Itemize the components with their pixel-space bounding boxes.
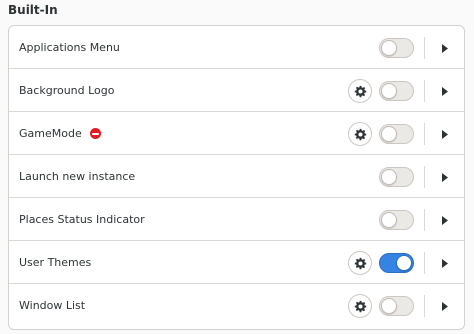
gear-icon xyxy=(354,300,366,312)
enable-toggle[interactable] xyxy=(379,167,414,187)
row-separator xyxy=(424,80,425,102)
enable-toggle[interactable] xyxy=(379,210,414,230)
extension-name: GameMode xyxy=(19,127,82,140)
gear-icon xyxy=(354,85,366,97)
settings-button[interactable] xyxy=(348,251,372,275)
chevron-right-icon xyxy=(442,172,448,182)
extension-name: Window List xyxy=(19,299,86,312)
toggle-knob xyxy=(396,255,412,271)
toggle-knob xyxy=(381,212,397,228)
chevron-right-icon xyxy=(442,301,448,311)
extension-label-wrap: User Themes xyxy=(19,241,91,284)
gear-icon xyxy=(354,257,366,269)
enable-toggle[interactable] xyxy=(379,296,414,316)
extension-label-wrap: Applications Menu xyxy=(19,26,120,69)
row-separator xyxy=(424,252,425,274)
toggle-knob xyxy=(381,298,397,314)
enable-toggle[interactable] xyxy=(379,38,414,58)
extension-label-wrap: Launch new instance xyxy=(19,155,135,198)
extension-row-places-status-indicator: Places Status Indicator xyxy=(9,198,464,241)
settings-button[interactable] xyxy=(348,79,372,103)
expand-button[interactable] xyxy=(433,165,457,189)
enable-toggle[interactable] xyxy=(379,124,414,144)
chevron-right-icon xyxy=(442,86,448,96)
expand-button[interactable] xyxy=(433,79,457,103)
extension-name: Launch new instance xyxy=(19,170,136,183)
row-separator xyxy=(424,123,425,145)
enable-toggle[interactable] xyxy=(379,81,414,101)
chevron-right-icon xyxy=(442,258,448,268)
extension-name: Places Status Indicator xyxy=(19,213,145,226)
chevron-right-icon xyxy=(442,215,448,225)
row-separator xyxy=(424,166,425,188)
expand-button[interactable] xyxy=(433,294,457,318)
toggle-knob xyxy=(381,169,397,185)
extension-row-applications-menu: Applications Menu xyxy=(9,26,464,69)
chevron-right-icon xyxy=(442,43,448,53)
row-separator xyxy=(424,209,425,231)
extension-name: Background Logo xyxy=(19,84,115,97)
enable-toggle[interactable] xyxy=(379,253,414,273)
extension-row-launch-new-instance: Launch new instance xyxy=(9,155,464,198)
toggle-knob xyxy=(381,83,397,99)
expand-button[interactable] xyxy=(433,251,457,275)
toggle-knob xyxy=(381,126,397,142)
extension-name: User Themes xyxy=(19,256,92,269)
row-separator xyxy=(424,37,425,59)
chevron-right-icon xyxy=(442,129,448,139)
gear-icon xyxy=(354,128,366,140)
extension-label-wrap: Places Status Indicator xyxy=(19,198,145,241)
settings-button[interactable] xyxy=(348,294,372,318)
error-icon xyxy=(89,128,101,139)
expand-button[interactable] xyxy=(433,122,457,146)
extension-label-wrap: GameMode xyxy=(19,112,101,155)
extension-label-wrap: Background Logo xyxy=(19,69,115,112)
expand-button[interactable] xyxy=(433,208,457,232)
expand-button[interactable] xyxy=(433,36,457,60)
extension-row-gamemode: GameMode xyxy=(9,112,464,155)
settings-button[interactable] xyxy=(348,122,372,146)
extension-row-window-list: Window List xyxy=(9,284,464,327)
extension-name: Applications Menu xyxy=(19,41,120,54)
extension-row-background-logo: Background Logo xyxy=(9,69,464,112)
row-separator xyxy=(424,295,425,317)
extensions-list: Applications Menu Background Logo GameMo… xyxy=(8,25,465,330)
extension-row-user-themes: User Themes xyxy=(9,241,464,284)
section-title: Built-In xyxy=(8,3,58,17)
extension-label-wrap: Window List xyxy=(19,284,85,327)
toggle-knob xyxy=(381,40,397,56)
